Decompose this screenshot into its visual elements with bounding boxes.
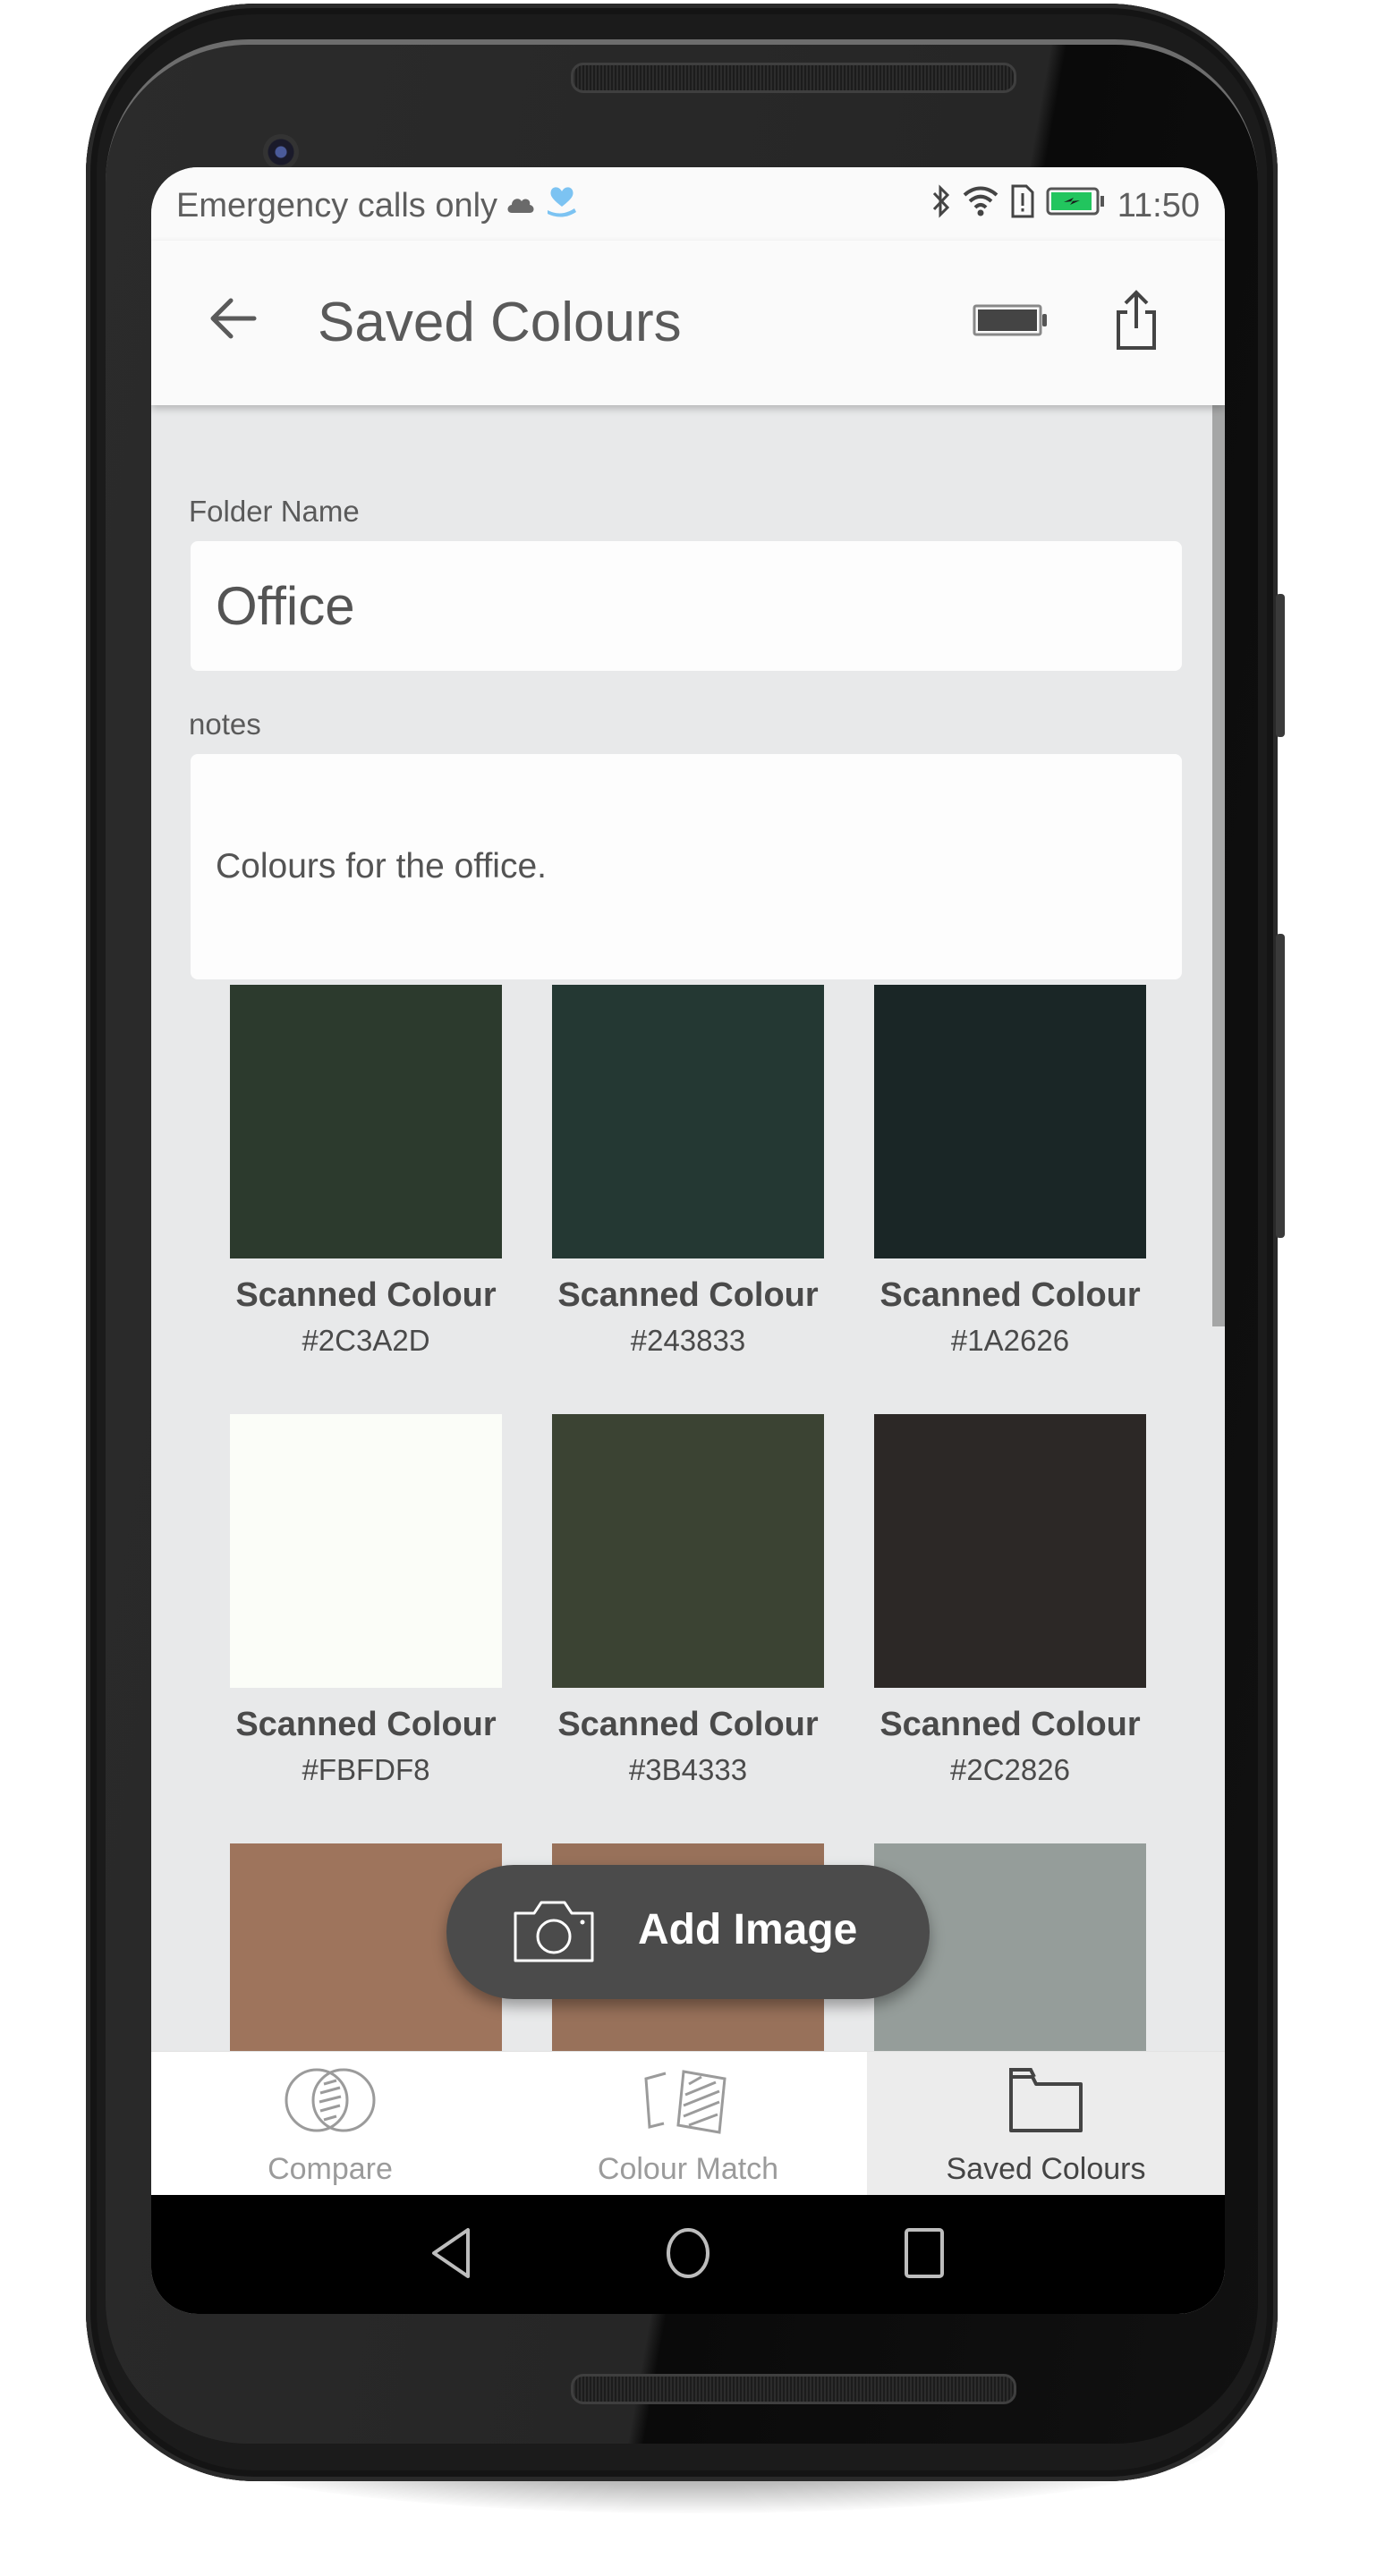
tab-colour-match-label: Colour Match bbox=[597, 2152, 779, 2186]
colour-swatch[interactable] bbox=[230, 985, 502, 1258]
folder-icon bbox=[1006, 2064, 1086, 2140]
colour-swatch[interactable] bbox=[552, 985, 824, 1258]
status-bar: Emergency calls only 11:50 bbox=[151, 167, 1225, 241]
power-button bbox=[1276, 594, 1285, 737]
folder-name-value: Office bbox=[216, 576, 355, 636]
carrier-text: Emergency calls only bbox=[176, 186, 498, 225]
cloud-icon bbox=[505, 187, 537, 225]
recents-square-icon bbox=[901, 2226, 947, 2284]
swatch-hex: #3B4333 bbox=[628, 1753, 748, 1786]
swatch-item[interactable]: Scanned Colour #3B4333 bbox=[552, 1414, 824, 1787]
bottom-speaker bbox=[571, 2374, 1016, 2404]
nav-home-button[interactable] bbox=[652, 2221, 724, 2289]
add-image-label: Add Image bbox=[638, 1906, 858, 1953]
colour-swatch[interactable] bbox=[874, 1414, 1146, 1688]
folder-name-input[interactable]: Office bbox=[191, 541, 1182, 671]
swatch-hex: #1A2626 bbox=[950, 1324, 1070, 1357]
swatch-hex: #2C2826 bbox=[950, 1753, 1070, 1786]
status-right: 11:50 bbox=[931, 183, 1200, 228]
share-button[interactable] bbox=[1105, 282, 1168, 362]
swatch-item[interactable]: Scanned Colour #2C3A2D bbox=[230, 985, 502, 1358]
swatch-name: Scanned Colour bbox=[557, 1276, 819, 1314]
clock-time: 11:50 bbox=[1117, 186, 1200, 225]
swatch-hex: #FBFDF8 bbox=[302, 1753, 430, 1786]
back-button[interactable] bbox=[201, 289, 264, 352]
scrollbar[interactable] bbox=[1212, 405, 1225, 1326]
colour-match-cards-icon bbox=[639, 2064, 737, 2140]
tab-saved-colours[interactable]: Saved Colours bbox=[867, 2052, 1225, 2195]
bluetooth-icon bbox=[931, 183, 951, 228]
notes-input[interactable]: Colours for the office. bbox=[191, 754, 1182, 979]
swatch-name: Scanned Colour bbox=[235, 1276, 497, 1314]
bottom-tab-bar: Compare Colour Match Saved Colours bbox=[151, 2051, 1225, 2195]
page-title: Saved Colours bbox=[318, 292, 682, 353]
colour-swatch[interactable] bbox=[552, 1414, 824, 1688]
tab-saved-colours-label: Saved Colours bbox=[946, 2152, 1146, 2186]
camera-icon bbox=[513, 1899, 595, 1968]
battery-charging-icon bbox=[1046, 186, 1107, 225]
app-bar: Saved Colours bbox=[151, 241, 1225, 405]
heart-hand-icon bbox=[544, 183, 580, 228]
battery-action-button[interactable] bbox=[973, 300, 1053, 344]
back-triangle-icon bbox=[429, 2226, 475, 2284]
nav-recents-button[interactable] bbox=[888, 2221, 960, 2289]
top-speaker bbox=[571, 63, 1016, 93]
battery-icon bbox=[973, 302, 1049, 343]
swatch-name: Scanned Colour bbox=[557, 1706, 819, 1743]
notes-value: Colours for the office. bbox=[216, 847, 547, 886]
home-circle-icon bbox=[661, 2226, 715, 2284]
folder-name-label: Folder Name bbox=[189, 495, 360, 528]
system-nav-bar bbox=[151, 2194, 1225, 2314]
notes-label: notes bbox=[189, 708, 261, 741]
colour-swatch[interactable] bbox=[874, 985, 1146, 1258]
colour-swatch[interactable] bbox=[230, 1414, 502, 1688]
swatch-item[interactable]: Scanned Colour #243833 bbox=[552, 985, 824, 1358]
swatch-name: Scanned Colour bbox=[879, 1276, 1141, 1314]
swatch-item[interactable]: Scanned Colour #1A2626 bbox=[874, 985, 1146, 1358]
status-left: Emergency calls only bbox=[176, 183, 580, 228]
swatch-item[interactable]: Scanned Colour #FBFDF8 bbox=[230, 1414, 502, 1787]
tab-compare-label: Compare bbox=[268, 2152, 393, 2186]
swatch-name: Scanned Colour bbox=[235, 1706, 497, 1743]
swatch-item[interactable]: Scanned Colour #2C2826 bbox=[874, 1414, 1146, 1787]
tab-compare[interactable]: Compare bbox=[151, 2052, 509, 2195]
sim-alert-icon bbox=[1010, 183, 1035, 228]
swatch-name: Scanned Colour bbox=[879, 1706, 1141, 1743]
swatch-hex: #2C3A2D bbox=[302, 1324, 430, 1357]
compare-circles-icon bbox=[281, 2064, 379, 2140]
front-camera bbox=[263, 134, 299, 170]
add-image-button[interactable]: Add Image bbox=[446, 1865, 930, 1999]
share-icon bbox=[1113, 289, 1160, 356]
wifi-icon bbox=[962, 184, 999, 227]
nav-back-button[interactable] bbox=[416, 2221, 488, 2289]
volume-button bbox=[1276, 934, 1285, 1238]
device-screen: Emergency calls only 11:50 Saved Colours… bbox=[151, 167, 1225, 2314]
swatch-hex: #243833 bbox=[630, 1324, 746, 1357]
arrow-left-icon bbox=[208, 297, 258, 344]
tab-colour-match[interactable]: Colour Match bbox=[509, 2052, 867, 2195]
